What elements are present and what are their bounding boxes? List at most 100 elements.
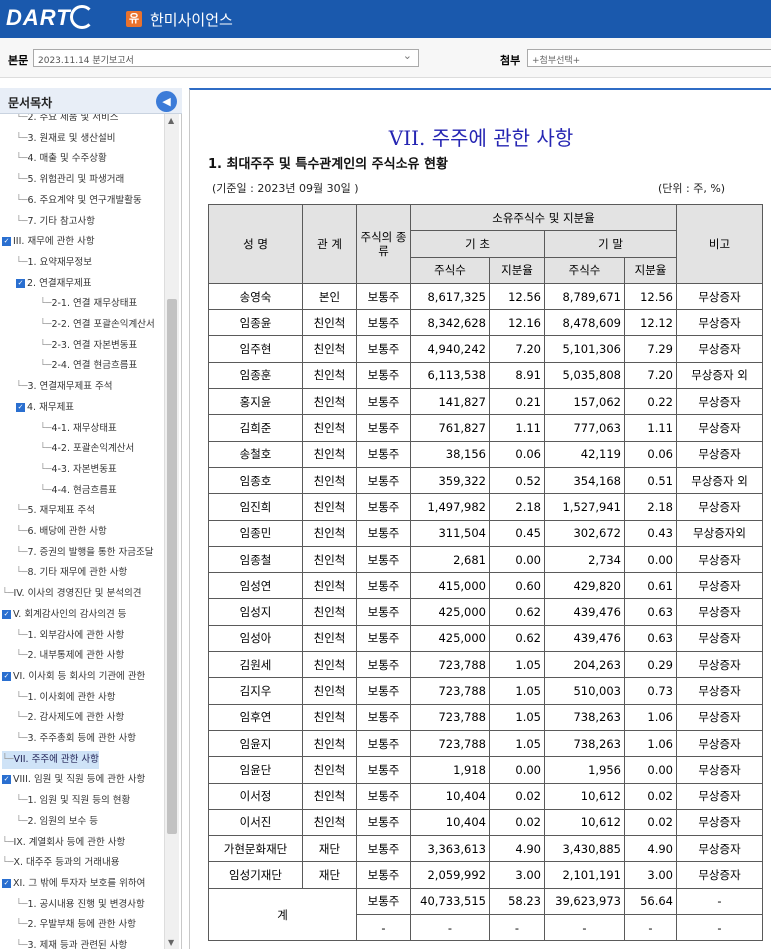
tree-connector-icon: └─ [16,712,28,724]
toc-item[interactable]: ✓ XI. 그 밖에 투자자 보호를 위하여 [2,875,145,893]
table-cell: 무상증자 외 [676,361,763,390]
toc-item[interactable]: └─7. 기타 참고사항 [16,213,95,231]
expand-checkbox-icon[interactable]: ✓ [16,402,25,412]
table-cell: 보통주 [356,808,411,837]
toc-item[interactable]: └─2. 주요 제품 및 서비스 [16,114,119,127]
toc-item[interactable]: └─1. 외부감사에 관한 사항 [16,627,124,645]
toc-item-label: 2. 우발부채 등에 관한 사항 [27,919,136,931]
tree-connector-icon: └─ [16,650,28,662]
report-select-value: 2023.11.14 분기보고서 [38,56,134,66]
toc-item[interactable]: └─1. 이사회에 관한 사항 [16,689,116,707]
toc-item[interactable]: └─3. 원재료 및 생산설비 [16,130,116,148]
toc-item[interactable]: ✓ VI. 이사회 등 회사의 기관에 관한 [2,668,145,686]
toc-item[interactable]: └─2-3. 연결 자본변동표 [40,337,137,355]
table-cell: - [410,914,490,942]
toc-item[interactable]: └─2. 내부통제에 관한 사항 [16,647,124,665]
attachment-select[interactable]: +첨부선택+ [527,49,771,67]
toc-item[interactable]: └─4-2. 포괄손익계산서 [40,440,134,458]
expand-checkbox-icon[interactable]: ✓ [2,609,11,619]
table-cell: 보통주 [356,598,411,626]
table-cell: 보통주 [356,677,411,705]
toc-item-label: 4. 재무제표 [27,401,75,413]
table-cell: 0.22 [624,388,677,416]
toc-item[interactable]: └─5. 위험관리 및 파생거래 [16,171,124,189]
header-begin: 기 초 [410,230,545,258]
toc-item[interactable]: └─1. 공시내용 진행 및 변경사항 [16,896,145,914]
toc-item-label: 6. 주요계약 및 연구개발활동 [27,194,142,206]
toc-item[interactable]: └─3. 제재 등과 관련된 사항 [16,937,127,949]
report-select[interactable]: 2023.11.14 분기보고서 ⌄ [33,49,419,67]
table-cell: 임성연 [208,572,303,600]
toc-item[interactable]: ✓ VIII. 임원 및 직원 등에 관한 사항 [2,771,145,789]
attach-label: 첨부 [500,54,521,67]
table-row: 김희준 친인척 보통주 761,827 1.11 777,063 1.11 무상증자 [208,414,763,442]
expand-checkbox-icon[interactable]: ✓ [2,237,11,247]
sidebar-scrollbar[interactable]: ▲ ▼ [164,114,179,949]
toc-item[interactable]: └─2-4. 연결 현금흐름표 [40,357,137,375]
table-cell: 7.20 [489,335,545,363]
table-cell: 임후연 [208,703,303,731]
toc-item[interactable]: ✓ 2. 연결재무제표 [16,275,92,293]
toc-item[interactable]: ✓ 4. 재무제표 [16,399,74,417]
toc-item-label: 2. 내부통제에 관한 사항 [27,650,125,662]
toc-item[interactable]: └─IV. 이사의 경영진단 및 분석의견 [2,585,142,603]
toc-item-label: 2-4. 연결 현금흐름표 [51,360,138,372]
scroll-down-icon[interactable]: ▼ [168,938,174,947]
toc-item[interactable]: └─VII. 주주에 관한 사항 [2,750,99,769]
toc-item[interactable]: └─2-2. 연결 포괄손익계산서 [40,316,155,334]
toc-item[interactable]: ✓ III. 재무에 관한 사항 [2,233,95,251]
collapse-sidebar-button[interactable]: ◀ [156,91,177,112]
toc-item-label: 7. 증권의 발행을 통한 자금조달 [27,546,154,558]
table-cell: 친인척 [302,519,357,547]
tree-connector-icon: └─ [16,381,28,393]
main-content: VII. 주주에 관한 사항 1. 최대주주 및 특수관계인의 주식소유 현황 … [189,88,771,949]
toc-item[interactable]: └─2. 감사제도에 관한 사항 [16,709,124,727]
tree-connector-icon: └─ [40,484,52,496]
toc-item[interactable]: └─7. 증권의 발행을 통한 자금조달 [16,544,153,562]
toc-item[interactable]: └─4-3. 자본변동표 [40,461,117,479]
toc-item[interactable]: └─6. 주요계약 및 연구개발활동 [16,192,142,210]
top-bar: DART 유 한미사이언스 [0,0,771,38]
toc-item[interactable]: └─4. 매출 및 수주상황 [16,150,107,168]
expand-checkbox-icon[interactable]: ✓ [2,671,11,681]
table-cell: 친인척 [302,545,357,574]
expand-checkbox-icon[interactable]: ✓ [2,775,11,785]
scroll-up-icon[interactable]: ▲ [168,116,174,125]
toc-item-label: 6. 배당에 관한 사항 [27,526,107,537]
toc-item[interactable]: └─1. 임원 및 직원 등의 현황 [16,792,130,810]
toc-item[interactable]: └─3. 주주총회 등에 관한 사항 [16,730,136,748]
expand-checkbox-icon[interactable]: ✓ [2,878,11,888]
dart-logo[interactable]: DART [6,5,71,31]
toc-item[interactable]: └─4-1. 재무상태표 [40,420,117,438]
toc-item[interactable]: └─5. 재무제표 주석 [16,502,95,520]
table-row: 임종호 친인척 보통주 359,322 0.52 354,168 0.51 무상증자 외 [208,466,763,495]
toc-item[interactable]: └─8. 기타 재무에 관한 사항 [16,564,127,582]
table-cell: 무상증자 [676,624,763,653]
table-row: 임성기재단 재단 보통주 2,059,992 3.00 2,101,191 3.00 무상증자 [208,861,763,889]
toc-item[interactable]: └─2. 우발부채 등에 관한 사항 [16,916,136,934]
tree-connector-icon: └─ [16,898,28,910]
toc-item-label: 4-2. 포괄손익계산서 [51,443,135,455]
toc-item[interactable]: └─4-4. 현금흐름표 [40,482,117,500]
toc-item[interactable]: └─X. 대주주 등과의 거래내용 [2,854,119,872]
table-cell: 임윤단 [208,756,303,784]
toc-item-label: 1. 임원 및 직원 등의 현황 [27,795,131,807]
expand-checkbox-icon[interactable]: ✓ [16,278,25,288]
header-name: 성 명 [208,204,303,284]
toc-item[interactable]: └─IX. 계열회사 등에 관한 사항 [2,834,125,852]
toc-item[interactable]: └─1. 요약재무정보 [16,254,92,272]
table-cell: 임종철 [208,545,303,574]
toc-item[interactable]: └─3. 연결재무제표 주석 [16,378,112,396]
dart-logo-icon [70,5,94,29]
toc-item[interactable]: ✓ V. 회계감사인의 감사의견 등 [2,606,127,624]
toc-item-label: VIII. 임원 및 직원 등에 관한 사항 [13,774,146,786]
toc-item[interactable]: └─2-1. 연결 재무상태표 [40,295,137,313]
toc-item-label: 4-3. 자본변동표 [51,463,117,475]
scrollbar-thumb[interactable] [167,299,177,834]
attachment-select-value: +첨부선택+ [532,56,581,66]
toc-item[interactable]: └─6. 배당에 관한 사항 [16,523,107,541]
tree-connector-icon: └─ [16,256,28,268]
table-cell: 738,263 [544,729,625,758]
toc-item[interactable]: └─2. 임원의 보수 등 [16,813,98,831]
toc-item-label: IX. 계열회사 등에 관한 사항 [13,836,126,848]
